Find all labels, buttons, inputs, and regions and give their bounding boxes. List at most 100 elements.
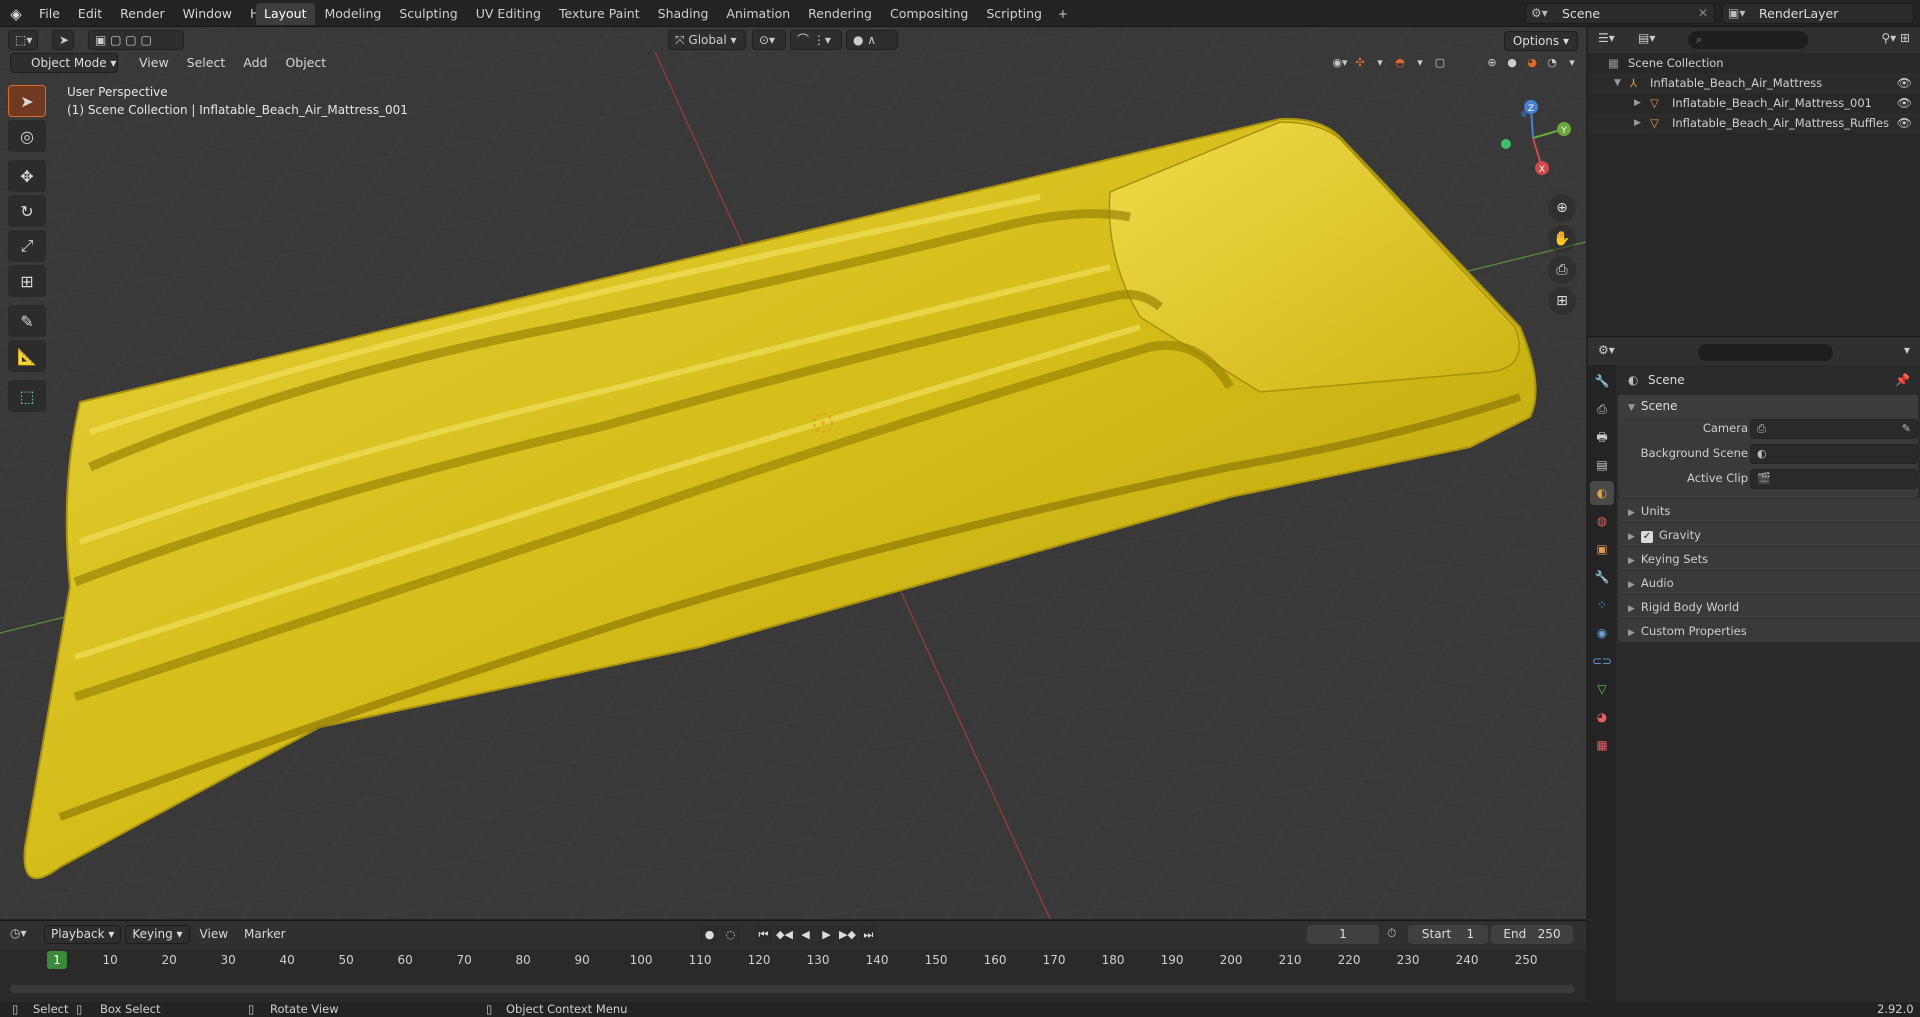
scene-panel-header[interactable]: ▼ Scene xyxy=(1618,395,1918,417)
prev-keyframe-icon[interactable]: ◆◀ xyxy=(775,925,794,944)
scale-tool-icon[interactable]: ⤢ xyxy=(8,230,46,262)
move-tool-icon[interactable]: ✥ xyxy=(8,160,46,192)
material-tab-icon[interactable]: ◕ xyxy=(1590,705,1614,729)
transform-orientation-dropdown[interactable]: ⤧ Global ▾ xyxy=(668,30,746,50)
world-tab-icon[interactable]: ◍ xyxy=(1590,509,1614,533)
play-icon[interactable]: ▶ xyxy=(817,925,836,944)
material-preview-icon[interactable]: ◕ xyxy=(1522,53,1542,73)
timeline-marker-menu[interactable]: Marker xyxy=(238,925,291,944)
select-mode-icons[interactable]: ▣ ▢ ▢ ▢ xyxy=(88,30,184,50)
keying-dropdown[interactable]: Keying ▾ xyxy=(125,925,190,944)
solid-shading-icon[interactable]: ● xyxy=(1502,53,1522,73)
constraints-tab-icon[interactable]: ⊂⊃ xyxy=(1590,649,1614,673)
scene-tab-icon[interactable]: ◐ xyxy=(1590,481,1614,505)
expand-arrow-icon[interactable]: ▼ xyxy=(1614,73,1621,93)
3d-viewport[interactable]: ⬚▾ ➤ ▣ ▢ ▢ ▢ ⤧ Global ▾ ⊙▾ ⌒ ⋮▾ ● ∧ Opti… xyxy=(0,27,1586,919)
navigation-gizmo[interactable]: Z Y X xyxy=(1490,95,1580,185)
next-keyframe-icon[interactable]: ▶◆ xyxy=(838,925,857,944)
outliner-type-icon[interactable]: ☰▾ xyxy=(1598,31,1615,45)
blender-logo-icon[interactable]: ◈ xyxy=(6,4,26,24)
add-cube-tool-icon[interactable]: ⬚ xyxy=(8,380,46,412)
record-icon[interactable]: ● xyxy=(700,925,719,944)
modifier-tab-icon[interactable]: 🔧 xyxy=(1590,565,1614,589)
snapping-icon[interactable]: ⌒ ⋮▾ xyxy=(790,30,842,50)
gizmo-dropdown-icon[interactable]: ▾ xyxy=(1370,53,1390,73)
transform-tool-icon[interactable]: ⊞ xyxy=(8,265,46,297)
xray-icon[interactable]: ▢ xyxy=(1430,53,1450,73)
properties-search-input[interactable] xyxy=(1698,344,1833,361)
pivot-point-icon[interactable]: ⊙▾ xyxy=(752,30,786,50)
eye-icon[interactable]: 👁 xyxy=(1897,73,1912,93)
view-layer-tab-icon[interactable]: ▤ xyxy=(1590,453,1614,477)
render-layer-selector[interactable]: ▣▾ RenderLayer xyxy=(1722,3,1914,24)
jump-end-icon[interactable]: ⏭ xyxy=(859,925,878,944)
menu-edit[interactable]: Edit xyxy=(69,0,111,27)
select-box-tool-icon[interactable]: ➤ xyxy=(8,85,46,117)
tab-layout[interactable]: Layout xyxy=(256,3,315,25)
tab-modeling[interactable]: Modeling xyxy=(317,3,390,25)
rotate-tool-icon[interactable]: ↻ xyxy=(8,195,46,227)
clock-icon[interactable]: ⏱ xyxy=(1387,926,1396,941)
expand-arrow-icon[interactable]: ▶ xyxy=(1634,93,1641,113)
tab-uv-editing[interactable]: UV Editing xyxy=(468,3,549,25)
pin-icon[interactable]: 📌 xyxy=(1895,365,1910,395)
menu-add[interactable]: Add xyxy=(234,53,276,73)
object-tab-icon[interactable]: ▣ xyxy=(1590,537,1614,561)
render-tab-icon[interactable]: ⎙ xyxy=(1590,397,1614,421)
outliner-row-scene-collection[interactable]: ▦ Scene Collection xyxy=(1588,53,1920,73)
tab-rendering[interactable]: Rendering xyxy=(800,3,880,25)
particles-tab-icon[interactable]: ⁘ xyxy=(1590,593,1614,617)
units-panel[interactable]: ▶ Units xyxy=(1618,498,1920,522)
start-frame-field[interactable]: Start 1 xyxy=(1408,925,1488,944)
current-frame-indicator[interactable]: 1 xyxy=(47,951,67,969)
select-tool-icon[interactable]: ➤ xyxy=(52,30,74,50)
filter-icon[interactable]: ⚲▾ ⊞ xyxy=(1881,31,1910,45)
annotate-tool-icon[interactable]: ✎ xyxy=(8,305,46,337)
overlays-dropdown-icon[interactable]: ▾ xyxy=(1410,53,1430,73)
neg-z-axis-handle[interactable] xyxy=(1521,111,1527,117)
ortho-grid-icon[interactable]: ⊞ xyxy=(1548,287,1576,315)
physics-tab-icon[interactable]: ◉ xyxy=(1590,621,1614,645)
tab-compositing[interactable]: Compositing xyxy=(882,3,976,25)
wireframe-shading-icon[interactable]: ⊕ xyxy=(1482,53,1502,73)
tab-shading[interactable]: Shading xyxy=(650,3,717,25)
background-scene-field[interactable]: ◐ xyxy=(1750,444,1918,464)
tab-animation[interactable]: Animation xyxy=(718,3,798,25)
outliner-row[interactable]: ▶ ▽ Inflatable_Beach_Air_Mattress_Ruffle… xyxy=(1588,113,1920,133)
zoom-icon[interactable]: ⊕ xyxy=(1548,194,1576,222)
data-tab-icon[interactable]: ▽ xyxy=(1590,677,1614,701)
keyframe-auto-icon[interactable]: ◌ xyxy=(721,925,740,944)
menu-view[interactable]: View xyxy=(130,53,178,73)
object-mode-dropdown[interactable]: Object Mode ▾ xyxy=(10,53,118,73)
eye-icon[interactable]: 👁 xyxy=(1897,113,1912,133)
frame-ruler[interactable]: 10 20 30 40 50 60 70 80 90 100 110 120 130 140 150 160 1… xyxy=(0,949,1586,971)
active-clip-field[interactable]: 🎬 xyxy=(1750,469,1918,489)
outliner-search-input[interactable]: ⌕ xyxy=(1688,31,1808,49)
outliner-row[interactable]: ▼ ⅄ Inflatable_Beach_Air_Mattress 👁 xyxy=(1588,73,1920,93)
tab-scripting[interactable]: Scripting xyxy=(978,3,1050,25)
jump-start-icon[interactable]: ⏮ xyxy=(754,925,773,944)
menu-window[interactable]: Window xyxy=(174,0,241,27)
cursor-tool-icon[interactable]: ◎ xyxy=(8,120,46,152)
neg-y-axis-handle[interactable] xyxy=(1501,139,1511,149)
keying-sets-panel[interactable]: ▶ Keying Sets xyxy=(1618,546,1920,570)
object-visibility-icon[interactable]: ◉▾ xyxy=(1330,53,1350,73)
audio-panel[interactable]: ▶ Audio xyxy=(1618,570,1920,594)
custom-properties-panel[interactable]: ▶ Custom Properties xyxy=(1618,618,1920,642)
gizmo-icon[interactable]: ✣ xyxy=(1350,53,1370,73)
tab-texture-paint[interactable]: Texture Paint xyxy=(551,3,648,25)
playback-dropdown[interactable]: Playback ▾ xyxy=(44,925,122,944)
tab-sculpting[interactable]: Sculpting xyxy=(391,3,465,25)
display-mode-icon[interactable]: ▤▾ xyxy=(1638,31,1655,45)
editor-type-icon[interactable]: ⬚▾ xyxy=(8,30,38,50)
output-tab-icon[interactable]: 🖶 xyxy=(1590,425,1614,449)
proportional-editing-icon[interactable]: ● ∧ xyxy=(846,30,898,50)
eye-icon[interactable]: 👁 xyxy=(1897,93,1912,113)
end-frame-field[interactable]: End 250 xyxy=(1491,925,1573,944)
menu-object[interactable]: Object xyxy=(276,53,335,73)
play-reverse-icon[interactable]: ◀ xyxy=(796,925,815,944)
texture-tab-icon[interactable]: ▦ xyxy=(1590,733,1614,757)
properties-type-icon[interactable]: ⚙▾ xyxy=(1598,343,1615,357)
rendered-shading-icon[interactable]: ◔ xyxy=(1542,53,1562,73)
current-frame-field[interactable]: 1 xyxy=(1307,925,1379,944)
